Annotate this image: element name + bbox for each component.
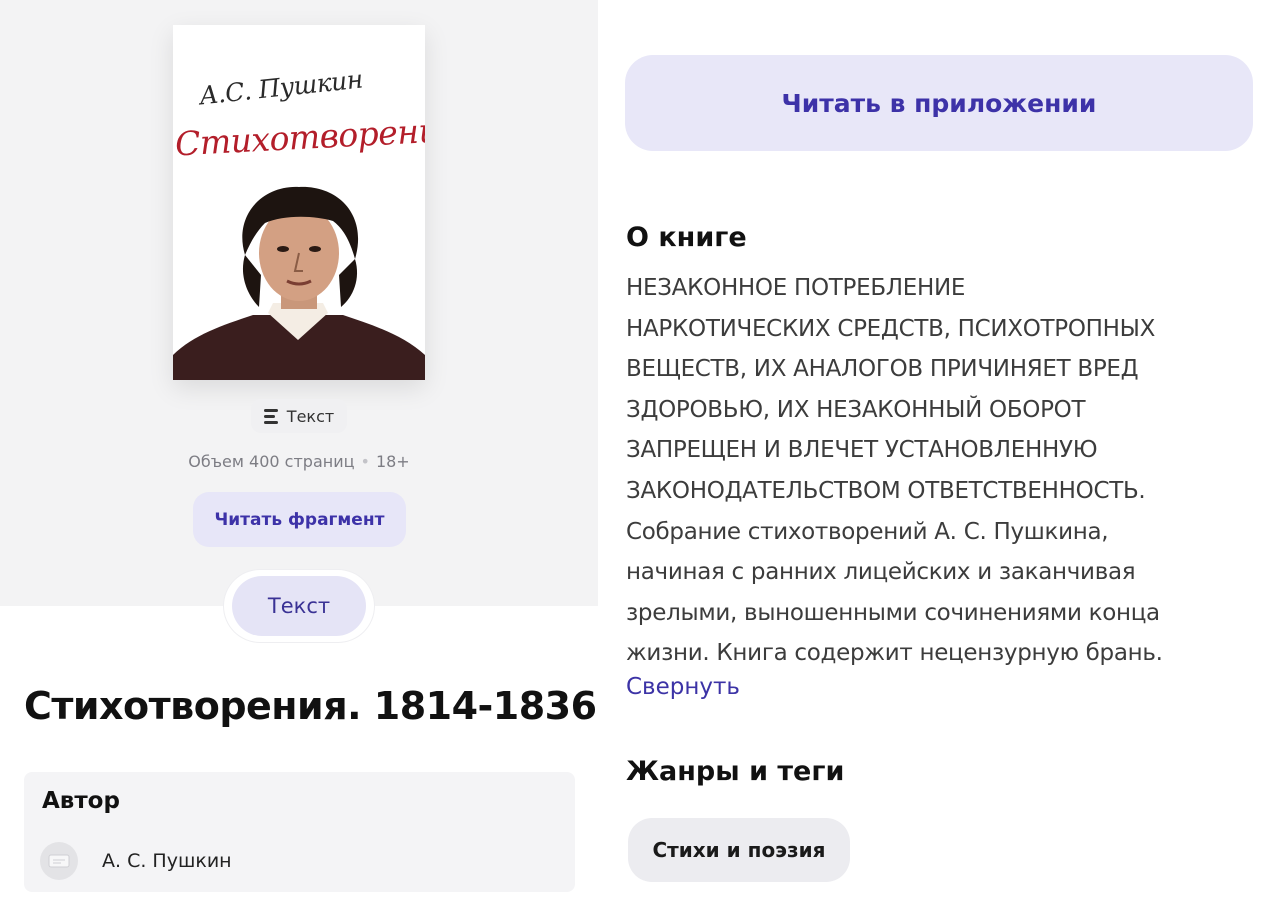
about-description: НЕЗАКОННОЕ ПОТРЕБЛЕНИЕ НАРКОТИЧЕСКИХ СРЕ… bbox=[626, 268, 1266, 674]
about-line: НЕЗАКОННОЕ ПОТРЕБЛЕНИЕ bbox=[626, 275, 966, 301]
format-toggle-text-option[interactable]: Текст bbox=[232, 576, 366, 636]
format-chip: Текст bbox=[251, 399, 347, 433]
author-placeholder-icon bbox=[48, 854, 70, 868]
text-lines-icon bbox=[263, 408, 278, 424]
about-line: Собрание стихотворений А. С. Пушкина, bbox=[626, 518, 1109, 545]
book-cover[interactable]: А.С. Пушкин Стихотворения bbox=[173, 25, 425, 380]
about-line: зрелыми, выношенными сочинениями конца bbox=[626, 599, 1160, 626]
read-in-app-button[interactable]: Читать в приложении bbox=[625, 55, 1253, 151]
cover-author-text: А.С. Пушкин bbox=[197, 64, 364, 111]
about-line: ЗДОРОВЬЮ, ИХ НЕЗАКОННЫЙ ОБОРОТ bbox=[626, 396, 1086, 423]
cover-title-text: Стихотворения bbox=[174, 109, 425, 164]
book-cover-panel: А.С. Пушкин Стихотворения Текст Объем 40… bbox=[0, 0, 598, 606]
author-name: А. С. Пушкин bbox=[102, 850, 232, 872]
read-fragment-button[interactable]: Читать фрагмент bbox=[193, 492, 406, 547]
about-line: жизни. Книга содержит нецензурную брань. bbox=[626, 640, 1163, 667]
meta-separator-dot: • bbox=[360, 452, 370, 471]
book-title: Стихотворения. 1814-1836 bbox=[24, 684, 597, 728]
pushkin-portrait bbox=[173, 186, 425, 380]
about-line: начиная с ранних лицейских и заканчивая bbox=[626, 559, 1136, 586]
author-heading: Автор bbox=[42, 788, 120, 814]
collapse-link[interactable]: Свернуть bbox=[626, 674, 740, 700]
about-line: ЗАПРЕЩЕН И ВЛЕЧЕТ УСТАНОВЛЕННУЮ bbox=[626, 437, 1098, 464]
book-meta: Объем 400 страниц • 18+ bbox=[0, 452, 598, 471]
volume-text: Объем 400 страниц bbox=[188, 452, 355, 471]
about-line: НАРКОТИЧЕСКИХ СРЕДСТВ, ПСИХОТРОПНЫХ bbox=[626, 315, 1156, 342]
author-card: Автор А. С. Пушкин bbox=[24, 772, 575, 892]
author-link[interactable]: А. С. Пушкин bbox=[40, 842, 232, 880]
genre-tag[interactable]: Стихи и поэзия bbox=[628, 818, 850, 882]
age-rating: 18+ bbox=[375, 452, 410, 471]
about-line: ЗАКОНОДАТЕЛЬСТВОМ ОТВЕТСТВЕННОСТЬ. bbox=[626, 477, 1146, 504]
about-heading: О книге bbox=[626, 222, 747, 253]
genres-heading: Жанры и теги bbox=[626, 756, 845, 787]
author-avatar bbox=[40, 842, 78, 880]
format-toggle: Текст bbox=[224, 570, 374, 642]
format-chip-label: Текст bbox=[286, 406, 335, 426]
about-line: ВЕЩЕСТВ, ИХ АНАЛОГОВ ПРИЧИНЯЕТ ВРЕД bbox=[626, 356, 1139, 383]
